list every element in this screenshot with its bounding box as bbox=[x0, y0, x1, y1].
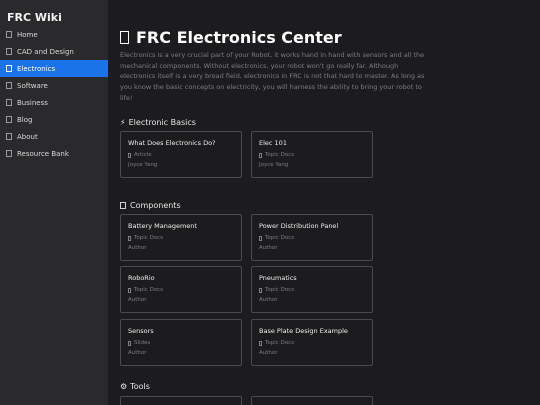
card-pneumatics[interactable]: Pneumatics Topic Docs Author bbox=[251, 266, 373, 313]
card-type-label: Topic Docs bbox=[265, 340, 295, 346]
card-type: Topic Docs bbox=[259, 235, 294, 241]
sidebar-item-label: About bbox=[17, 132, 38, 141]
card-type-label: Slides bbox=[134, 340, 151, 346]
sidebar-item-label: Home bbox=[17, 30, 38, 39]
card-power-distribution-panel[interactable]: Power Distribution Panel Topic Docs Auth… bbox=[251, 214, 373, 261]
doc-icon bbox=[259, 287, 262, 293]
card-type-label: Topic Docs bbox=[265, 152, 295, 158]
section-title-tools: ⚙ Tools bbox=[120, 382, 150, 391]
page-icon bbox=[6, 150, 12, 157]
card-type: Slides bbox=[128, 340, 150, 346]
sidebar-item-label: CAD and Design bbox=[17, 47, 74, 56]
card-type: Topic Docs bbox=[259, 152, 294, 158]
card-battery-management[interactable]: Battery Management Topic Docs Author bbox=[120, 214, 242, 261]
card-author: Joyce Yang bbox=[128, 162, 158, 168]
page-icon bbox=[6, 82, 12, 89]
card-author: Author bbox=[259, 245, 278, 251]
card-type-label: Topic Docs bbox=[134, 235, 164, 241]
page-icon bbox=[120, 31, 129, 44]
section-title-components: Components bbox=[120, 201, 181, 210]
card-type: Topic Docs bbox=[128, 235, 163, 241]
card-author: Author bbox=[128, 297, 147, 303]
card-elec-101[interactable]: Elec 101 Topic Docs Joyce Yang bbox=[251, 131, 373, 178]
card-type: Topic Docs bbox=[259, 340, 294, 346]
card-author: Author bbox=[259, 297, 278, 303]
card-what-does-electronics-do[interactable]: What Does Electronics Do? Article Joyce … bbox=[120, 131, 242, 178]
sidebar-item-electronics[interactable]: Electronics bbox=[0, 60, 108, 77]
component-icon bbox=[120, 202, 126, 209]
main-content: FRC Electronics Center Electronics is a … bbox=[120, 0, 532, 405]
card-author: Joyce Yang bbox=[259, 162, 289, 168]
card-type-label: Topic Docs bbox=[265, 287, 295, 293]
sidebar-item-blog[interactable]: Blog bbox=[0, 111, 108, 128]
doc-icon bbox=[128, 235, 131, 241]
section-title-text: Electronic Basics bbox=[128, 118, 196, 127]
doc-icon bbox=[128, 287, 131, 293]
doc-icon bbox=[128, 152, 131, 158]
sidebar-item-label: Electronics bbox=[17, 64, 56, 73]
card-sensors[interactable]: Sensors Slides Author bbox=[120, 319, 242, 366]
sidebar-item-cad-and-design[interactable]: CAD and Design bbox=[0, 43, 108, 60]
sidebar-item-business[interactable]: Business bbox=[0, 94, 108, 111]
card-type: Topic Docs bbox=[259, 287, 294, 293]
page-title-text: FRC Electronics Center bbox=[136, 28, 342, 47]
page-icon bbox=[6, 31, 12, 38]
sidebar-item-label: Business bbox=[17, 98, 48, 107]
card-author: Author bbox=[128, 350, 147, 356]
page-intro: Electronics is a very crucial part of yo… bbox=[120, 51, 425, 102]
card-title: Pneumatics bbox=[259, 274, 297, 282]
card-title: Base Plate Design Example bbox=[259, 327, 348, 335]
card-tools-2[interactable] bbox=[251, 396, 373, 405]
card-type: Topic Docs bbox=[128, 287, 163, 293]
sidebar-item-home[interactable]: Home bbox=[0, 26, 108, 43]
gear-icon: ⚙ bbox=[120, 382, 128, 391]
card-title: Power Distribution Panel bbox=[259, 222, 339, 230]
section-title-text: Tools bbox=[130, 382, 150, 391]
card-author: Author bbox=[259, 350, 278, 356]
card-author: Author bbox=[128, 245, 147, 251]
sidebar-item-software[interactable]: Software bbox=[0, 77, 108, 94]
sidebar-item-label: Resource Bank bbox=[17, 149, 69, 158]
card-title: Sensors bbox=[128, 327, 154, 335]
page-title: FRC Electronics Center bbox=[120, 28, 342, 47]
card-roborio[interactable]: RoboRio Topic Docs Author bbox=[120, 266, 242, 313]
card-type: Article bbox=[128, 152, 152, 158]
card-type-label: Topic Docs bbox=[134, 287, 164, 293]
page-icon bbox=[6, 99, 12, 106]
sidebar-item-resource-bank[interactable]: Resource Bank bbox=[0, 145, 108, 162]
brand-title[interactable]: FRC Wiki bbox=[7, 11, 62, 24]
page-icon bbox=[6, 116, 12, 123]
card-title: Battery Management bbox=[128, 222, 197, 230]
sidebar-item-label: Blog bbox=[17, 115, 33, 124]
page-icon bbox=[6, 133, 12, 140]
card-title: RoboRio bbox=[128, 274, 155, 282]
card-title: What Does Electronics Do? bbox=[128, 139, 216, 147]
sidebar: FRC Wiki Home CAD and Design Electronics… bbox=[0, 0, 108, 405]
doc-icon bbox=[259, 235, 262, 241]
card-type-label: Topic Docs bbox=[265, 235, 295, 241]
page-icon bbox=[6, 65, 12, 72]
section-title-electronic-basics: ⚡ Electronic Basics bbox=[120, 118, 196, 127]
card-title: Elec 101 bbox=[259, 139, 287, 147]
card-tools-1[interactable] bbox=[120, 396, 242, 405]
sidebar-nav: Home CAD and Design Electronics Software… bbox=[0, 26, 108, 162]
lightning-icon: ⚡ bbox=[120, 118, 126, 127]
page-icon bbox=[6, 48, 12, 55]
doc-icon bbox=[259, 152, 262, 158]
card-type-label: Article bbox=[134, 152, 152, 158]
section-title-text: Components bbox=[130, 201, 181, 210]
card-base-plate-design-example[interactable]: Base Plate Design Example Topic Docs Aut… bbox=[251, 319, 373, 366]
slides-icon bbox=[128, 340, 131, 346]
doc-icon bbox=[259, 340, 262, 346]
sidebar-item-label: Software bbox=[17, 81, 48, 90]
sidebar-item-about[interactable]: About bbox=[0, 128, 108, 145]
